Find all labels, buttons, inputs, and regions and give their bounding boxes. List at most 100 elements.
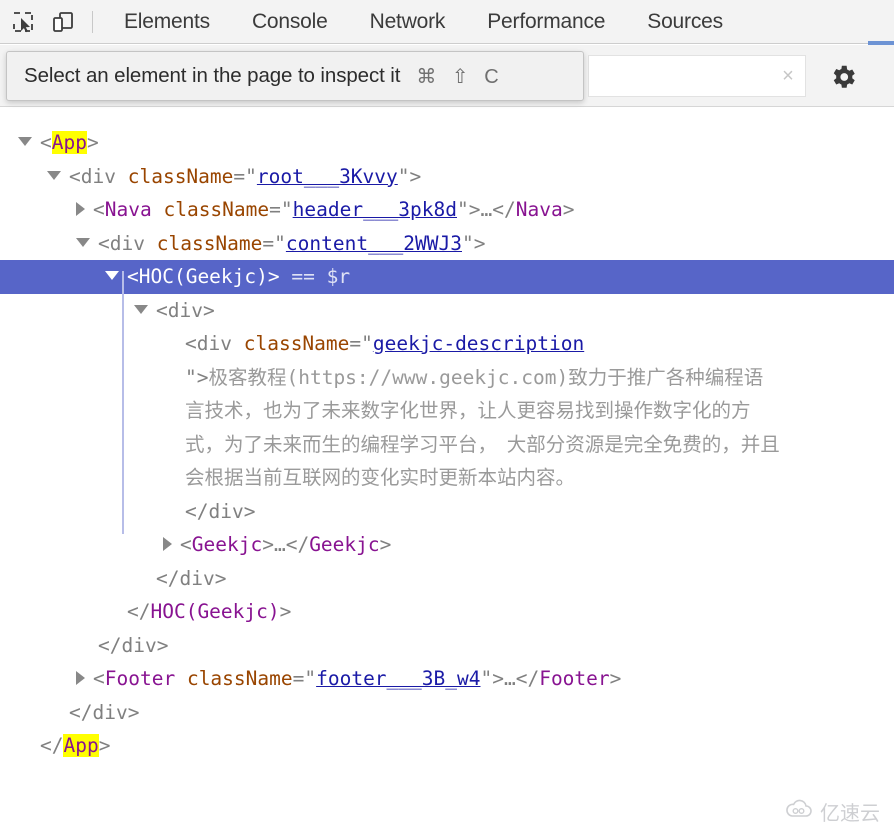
chevron-right-icon[interactable]: [76, 202, 85, 216]
tooltip-shortcut: ⌘ ⇧ C: [416, 64, 503, 89]
punctuation: </: [156, 567, 179, 590]
collapsed-content-ellipsis: …: [274, 533, 286, 556]
tab-sources[interactable]: Sources: [626, 0, 744, 44]
text-node: 会根据当前互联网的变化实时更新本站内容。: [185, 466, 575, 489]
punctuation: <: [93, 667, 105, 690]
tag-name: Footer: [539, 667, 609, 690]
chevron-down-icon[interactable]: [76, 238, 90, 247]
tag-name: div: [208, 500, 243, 523]
dom-tree-row[interactable]: </div>: [0, 696, 894, 730]
tag-name: div: [121, 634, 156, 657]
dom-tree-row[interactable]: <Nava className="header___3pk8d">…</Nava…: [0, 193, 894, 227]
dom-tree-row[interactable]: <div>: [0, 294, 894, 328]
chevron-down-icon[interactable]: [47, 171, 61, 180]
tag-name: div: [110, 232, 145, 255]
tag-name: div: [168, 299, 203, 322]
punctuation: </: [98, 634, 121, 657]
punctuation: <: [180, 533, 192, 556]
punctuation: ">: [480, 667, 503, 690]
dom-tree-row[interactable]: ">极客教程(https://www.geekjc.com)致力于推广各种编程语: [0, 361, 894, 395]
selection-ref: == $r: [291, 265, 350, 288]
tag-name: div: [197, 332, 232, 355]
attribute-name: className: [163, 198, 269, 221]
highlighted-tag-name: App: [52, 131, 87, 154]
tag-name: Geekjc: [192, 533, 262, 556]
punctuation: ">: [457, 198, 480, 221]
dom-tree-row[interactable]: <App>: [0, 126, 894, 160]
chevron-down-icon[interactable]: [18, 137, 32, 146]
chevron-right-icon[interactable]: [76, 671, 85, 685]
dom-tree-row[interactable]: 式，为了未来而生的编程学习平台， 大部分资源是完全免费的，并且: [0, 428, 894, 462]
punctuation: >: [203, 299, 215, 322]
tab-performance[interactable]: Performance: [466, 0, 626, 44]
dom-tree-row[interactable]: <Geekjc>…</Geekjc>: [0, 528, 894, 562]
punctuation: >: [563, 198, 575, 221]
inspect-tooltip: Select an element in the page to inspect…: [6, 51, 584, 101]
dom-tree-row[interactable]: </div>: [0, 629, 894, 663]
dom-tree-row[interactable]: </div>: [0, 495, 894, 529]
punctuation: <: [98, 232, 110, 255]
dom-tree-row[interactable]: 言技术，也为了未来数字化世界，让人更容易找到操作数字化的方: [0, 394, 894, 428]
punctuation: =": [269, 198, 292, 221]
selected-node-name: <HOC(Geekjc)>: [127, 265, 280, 288]
dom-tree-row[interactable]: 会根据当前互联网的变化实时更新本站内容。: [0, 461, 894, 495]
watermark: 亿速云: [784, 797, 880, 826]
watermark-text: 亿速云: [820, 797, 880, 826]
text-node: 极客教程(https://www.geekjc.com)致力于推广各种编程语: [208, 366, 763, 389]
punctuation: ">: [462, 232, 485, 255]
dom-tree[interactable]: <App><div className="root___3Kvvy"><Nava…: [0, 108, 894, 788]
collapsed-content-ellipsis: …: [480, 198, 492, 221]
punctuation: </: [127, 600, 150, 623]
dom-tree-row[interactable]: <div className="geekjc-description: [0, 327, 894, 361]
tab-elements[interactable]: Elements: [103, 0, 231, 44]
attribute-value: root___3Kvvy: [257, 165, 398, 188]
space: [152, 198, 164, 221]
punctuation: >: [157, 634, 169, 657]
highlighted-tag-name: App: [63, 734, 98, 757]
punctuation: >: [99, 734, 111, 757]
device-toolbar-icon[interactable]: [46, 7, 80, 37]
text-node: 式，为了未来而生的编程学习平台， 大部分资源是完全免费的，并且: [185, 433, 780, 456]
space: [280, 265, 292, 288]
dom-tree-row[interactable]: </HOC(Geekjc)>: [0, 595, 894, 629]
dom-tree-row[interactable]: <div className="root___3Kvvy">: [0, 160, 894, 194]
punctuation: ">: [398, 165, 421, 188]
attribute-value: geekjc-description: [373, 332, 584, 355]
chevron-down-icon[interactable]: [105, 271, 119, 280]
attribute-name: className: [244, 332, 350, 355]
dom-tree-row-selected[interactable]: <HOC(Geekjc)> == $r: [0, 260, 894, 294]
tag-name: Footer: [105, 667, 175, 690]
punctuation: ">: [185, 366, 208, 389]
punctuation: =": [262, 232, 285, 255]
inspect-element-icon[interactable]: [6, 7, 40, 37]
chevron-down-icon[interactable]: [134, 305, 148, 314]
tooltip-message: Select an element in the page to inspect…: [24, 64, 400, 88]
search-input[interactable]: [589, 65, 775, 87]
punctuation: =": [349, 332, 372, 355]
attribute-value: content___2WWJ3: [286, 232, 462, 255]
punctuation: >: [280, 600, 292, 623]
tag-name: div: [92, 701, 127, 724]
punctuation: >: [87, 131, 99, 154]
punctuation: >: [380, 533, 392, 556]
dom-tree-row[interactable]: <div className="content___2WWJ3">: [0, 227, 894, 261]
dom-tree-row[interactable]: </div>: [0, 562, 894, 596]
search-box[interactable]: ×: [588, 55, 806, 97]
space: [232, 332, 244, 355]
dom-tree-row[interactable]: <Footer className="footer___3B_w4">…</Fo…: [0, 662, 894, 696]
clear-search-icon[interactable]: ×: [775, 63, 801, 89]
tag-name: Nava: [516, 198, 563, 221]
attribute-name: className: [187, 667, 293, 690]
text-node: 言技术，也为了未来数字化世界，让人更容易找到操作数字化的方: [185, 399, 751, 422]
punctuation: </: [69, 701, 92, 724]
attribute-name: className: [157, 232, 263, 255]
tab-network[interactable]: Network: [349, 0, 467, 44]
gear-icon[interactable]: [826, 60, 860, 94]
dom-tree-row[interactable]: </App>: [0, 729, 894, 763]
tag-name: HOC(Geekjc): [150, 600, 279, 623]
punctuation: >: [128, 701, 140, 724]
tab-console[interactable]: Console: [231, 0, 349, 44]
chevron-right-icon[interactable]: [163, 537, 172, 551]
punctuation: <: [185, 332, 197, 355]
punctuation: >: [244, 500, 256, 523]
